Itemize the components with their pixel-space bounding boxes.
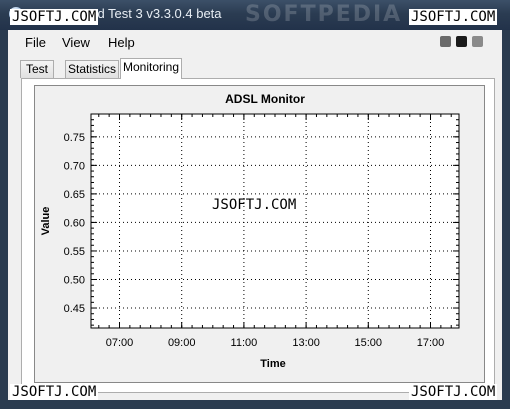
monitoring-panel: ADSL Monitor 0.75 0.70 0.65 0.60 0.55 0.50 0.45… [21,78,495,393]
x-tick-label: 17:00 [417,337,445,349]
chart-title: ADSL Monitor [225,92,305,106]
x-tick-label: 09:00 [168,337,196,349]
watermark-center: JSOFTJ.COM [212,197,297,213]
plot-area [90,113,460,329]
y-tick-label: 0.50 [64,274,85,286]
y-tick-label: 0.65 [64,189,85,201]
menu-view[interactable]: View [62,35,90,50]
adsl-monitor-chart: ADSL Monitor 0.75 0.70 0.65 0.60 0.55 0.50 0.45… [40,92,460,370]
x-tick-label: 13:00 [292,337,320,349]
chart-frame: ADSL Monitor 0.75 0.70 0.65 0.60 0.55 0.50 0.45… [34,85,485,383]
watermark-top-right: JSOFTJ.COM [409,9,498,25]
y-tick-label: 0.55 [64,246,85,258]
softpedia-banner: SOFTPEDIA [245,2,403,27]
watermark-top-left: JSOFTJ.COM [10,9,99,25]
x-tick-label: 07:00 [106,337,134,349]
maximize-button[interactable] [456,36,467,47]
menu-help[interactable]: Help [108,35,135,50]
watermark-bottom-right: JSOFTJ.COM [409,384,498,400]
y-tick-label: 0.70 [64,160,85,172]
y-tick-label: 0.75 [64,132,85,144]
y-tick-label: 0.60 [64,217,85,229]
close-button[interactable] [472,36,483,47]
tab-statistics[interactable]: Statistics [65,60,119,78]
minimize-button[interactable] [440,36,451,47]
tab-test[interactable]: Test [20,60,54,78]
watermark-bottom-left: JSOFTJ.COM [10,384,99,400]
tab-monitoring[interactable]: Monitoring [120,58,182,79]
x-tick-label: 15:00 [355,337,383,349]
y-axis-label: Value [40,207,52,236]
x-axis-label: Time [260,358,285,370]
menu-file[interactable]: File [25,35,46,50]
x-tick-label: 11:00 [231,337,258,349]
menu-bar: File View Help [8,30,502,54]
y-tick-label: 0.45 [64,303,85,315]
main-window-client: File View Help Test Statistics Monitorin… [8,30,502,400]
